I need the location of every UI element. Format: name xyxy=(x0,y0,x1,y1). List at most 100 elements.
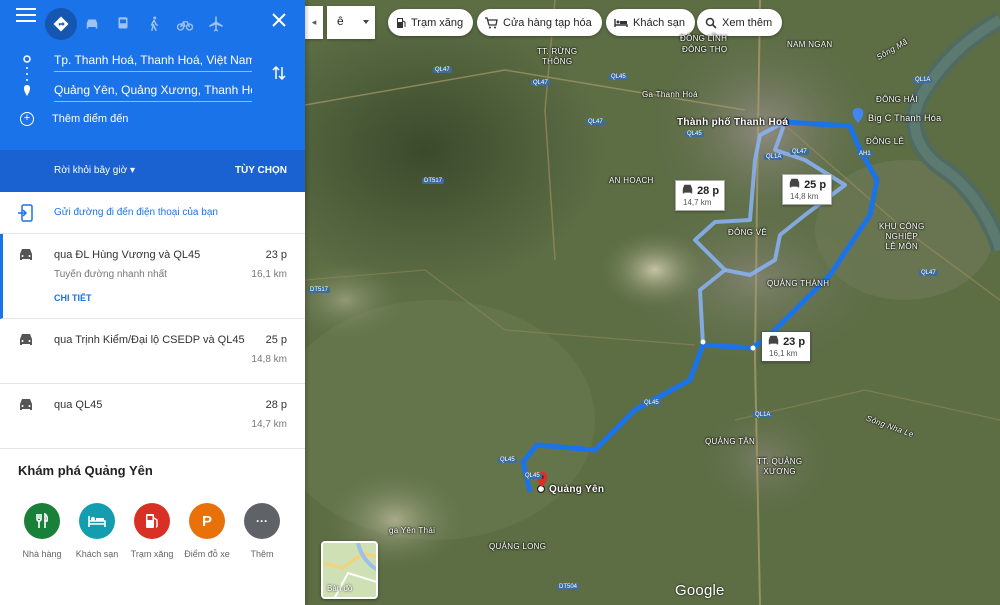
chip-hotels[interactable]: Khách sạn xyxy=(606,9,695,36)
map-search-text: ê xyxy=(337,14,344,28)
leave-now-label: Rời khỏi bây giờ xyxy=(54,165,128,176)
best-route-mode-icon[interactable] xyxy=(45,8,77,40)
send-to-phone-icon xyxy=(18,204,33,222)
chip-label: Cửa hàng tạp hóa xyxy=(503,16,592,29)
route-option-2[interactable]: qua Trịnh Kiểm/Đại lộ CSEDP và QL45 25 p… xyxy=(0,319,305,384)
category-more[interactable]: ··· Thêm xyxy=(237,503,287,559)
more-icon: ··· xyxy=(244,503,280,539)
map-layer-toggle[interactable]: Bản đồ xyxy=(321,541,378,599)
category-parking[interactable]: P Điểm đỗ xe xyxy=(182,503,232,559)
add-destination-button[interactable]: + Thêm điểm đến xyxy=(20,112,128,126)
route-name: qua QL45 xyxy=(54,399,103,411)
road-shield: QL47 xyxy=(433,67,452,73)
car-icon xyxy=(20,249,32,260)
place-label: NAM NGẠN xyxy=(787,40,833,49)
road-shield: AH1 xyxy=(857,151,873,157)
origin-field[interactable]: Tp. Thanh Hoá, Thanh Hoá, Việt Nam xyxy=(54,53,252,72)
route-details-link[interactable]: CHI TIẾT xyxy=(54,293,92,303)
place-label: ĐÔNG THỌ xyxy=(682,45,728,54)
dropdown-arrow-icon: ▾ xyxy=(129,165,135,176)
route-note: Tuyến đường nhanh nhất xyxy=(54,269,167,280)
route-time: 28 p xyxy=(265,399,287,411)
directions-panel: Tp. Thanh Hoá, Thanh Hoá, Việt Nam Quảng… xyxy=(0,0,305,605)
route-bubble-3[interactable]: 28 p 14,7 km xyxy=(675,180,726,211)
cycling-mode-icon[interactable] xyxy=(169,8,201,40)
leave-now-dropdown[interactable]: Rời khỏi bây giờ ▾ xyxy=(54,165,135,176)
destination-field[interactable]: Quảng Yên, Quảng Xương, Thanh Hoá, Việt … xyxy=(54,83,252,102)
bubble-distance: 14,8 km xyxy=(790,192,819,201)
gas-pump-icon xyxy=(397,17,406,28)
road-shield: DT504 xyxy=(557,584,580,590)
map-search-box[interactable]: ê xyxy=(327,6,375,39)
place-label: QUẢNG THÀNH xyxy=(767,279,830,288)
cart-icon xyxy=(485,16,498,28)
road-shield: DT517 xyxy=(308,287,331,293)
route-time: 23 p xyxy=(265,249,287,261)
car-mode-icon[interactable] xyxy=(76,8,108,40)
road-shield: QL1A xyxy=(913,77,933,83)
route-bubble-1[interactable]: 23 p 16,1 km xyxy=(761,331,812,362)
chip-more[interactable]: Xem thêm xyxy=(697,9,783,36)
swap-icon[interactable] xyxy=(272,65,286,81)
road-shield: QL45 xyxy=(642,400,661,406)
place-label: ĐÔNG VỆ xyxy=(728,228,767,237)
place-label: QUẢNG LONG xyxy=(489,542,547,551)
route-time: 25 p xyxy=(265,334,287,346)
place-label: ĐÔNG LĨNH xyxy=(680,34,728,43)
bubble-time: 25 p xyxy=(804,179,827,191)
road-shield: QL47 xyxy=(531,80,550,86)
chip-label: Xem thêm xyxy=(722,16,773,29)
walking-mode-icon[interactable] xyxy=(138,8,170,40)
route-bubble-2[interactable]: 25 p 14,8 km xyxy=(782,174,833,205)
bubble-distance: 16,1 km xyxy=(769,349,798,358)
chip-label: Khách sạn xyxy=(633,16,685,29)
category-label: Thêm xyxy=(250,549,274,559)
dropdown-arrow-icon xyxy=(363,20,369,24)
road-shield: DT517 xyxy=(422,178,445,184)
chip-gas-stations[interactable]: Trạm xăng xyxy=(388,9,474,36)
route-name: qua Trịnh Kiểm/Đại lộ CSEDP và QL45 xyxy=(54,334,245,346)
collapse-panel-button[interactable]: ◂ xyxy=(305,6,323,39)
place-label: Big C Thanh Hóa xyxy=(868,113,942,123)
map-canvas[interactable]: ◂ ê Trạm xăng Cửa hàng tạp hóa Khách sạn… xyxy=(305,0,1000,605)
transit-mode-icon[interactable] xyxy=(107,8,139,40)
category-gas[interactable]: Trạm xăng xyxy=(127,503,177,559)
category-label: Điểm đỗ xe xyxy=(184,549,230,559)
road-shield: QL47 xyxy=(586,119,605,125)
car-icon xyxy=(767,335,780,349)
route-option-3[interactable]: qua QL45 28 p 14,7 km xyxy=(0,384,305,449)
place-label: TT. RỪNG THÔNG xyxy=(537,47,578,66)
place-label: ĐÔNG HẢI xyxy=(876,95,918,104)
route-distance: 14,7 km xyxy=(251,419,287,430)
flight-mode-icon[interactable] xyxy=(200,8,232,40)
category-label: Trạm xăng xyxy=(130,549,174,559)
category-restaurants[interactable]: Nhà hàng xyxy=(17,503,67,559)
gas-pump-icon xyxy=(134,503,170,539)
parking-icon: P xyxy=(189,503,225,539)
car-icon xyxy=(20,399,32,410)
road-shield: QL45 xyxy=(685,131,704,137)
car-icon xyxy=(681,184,694,198)
chip-grocery[interactable]: Cửa hàng tạp hóa xyxy=(477,9,602,36)
category-hotels[interactable]: Khách sạn xyxy=(72,503,122,559)
bubble-time: 28 p xyxy=(697,185,720,197)
fork-knife-icon xyxy=(24,503,60,539)
add-destination-label: Thêm điểm đến xyxy=(52,113,129,125)
close-icon[interactable] xyxy=(271,12,287,28)
menu-icon[interactable] xyxy=(16,8,36,24)
send-to-phone-button[interactable]: Gửi đường đi đến điện thoại của bạn xyxy=(0,202,305,234)
bubble-distance: 14,7 km xyxy=(683,198,712,207)
road-shield: QL1A xyxy=(764,154,784,160)
bed-icon xyxy=(79,503,115,539)
place-label: KHU CÔNG NGHIỆP LỄ MÔN xyxy=(879,222,925,251)
route-distance: 14,8 km xyxy=(251,354,287,365)
route-option-1[interactable]: qua ĐL Hùng Vương và QL45 23 p Tuyến đườ… xyxy=(0,234,305,319)
options-button[interactable]: TÙY CHỌN xyxy=(235,165,287,176)
car-icon xyxy=(788,178,801,192)
road-shield: QL1A xyxy=(753,412,773,418)
category-label: Khách sạn xyxy=(75,549,119,559)
send-to-phone-label: Gửi đường đi đến điện thoại của bạn xyxy=(54,207,218,218)
road-shield: QL45 xyxy=(523,473,542,479)
car-icon xyxy=(20,334,32,345)
bubble-time: 23 p xyxy=(783,336,806,348)
